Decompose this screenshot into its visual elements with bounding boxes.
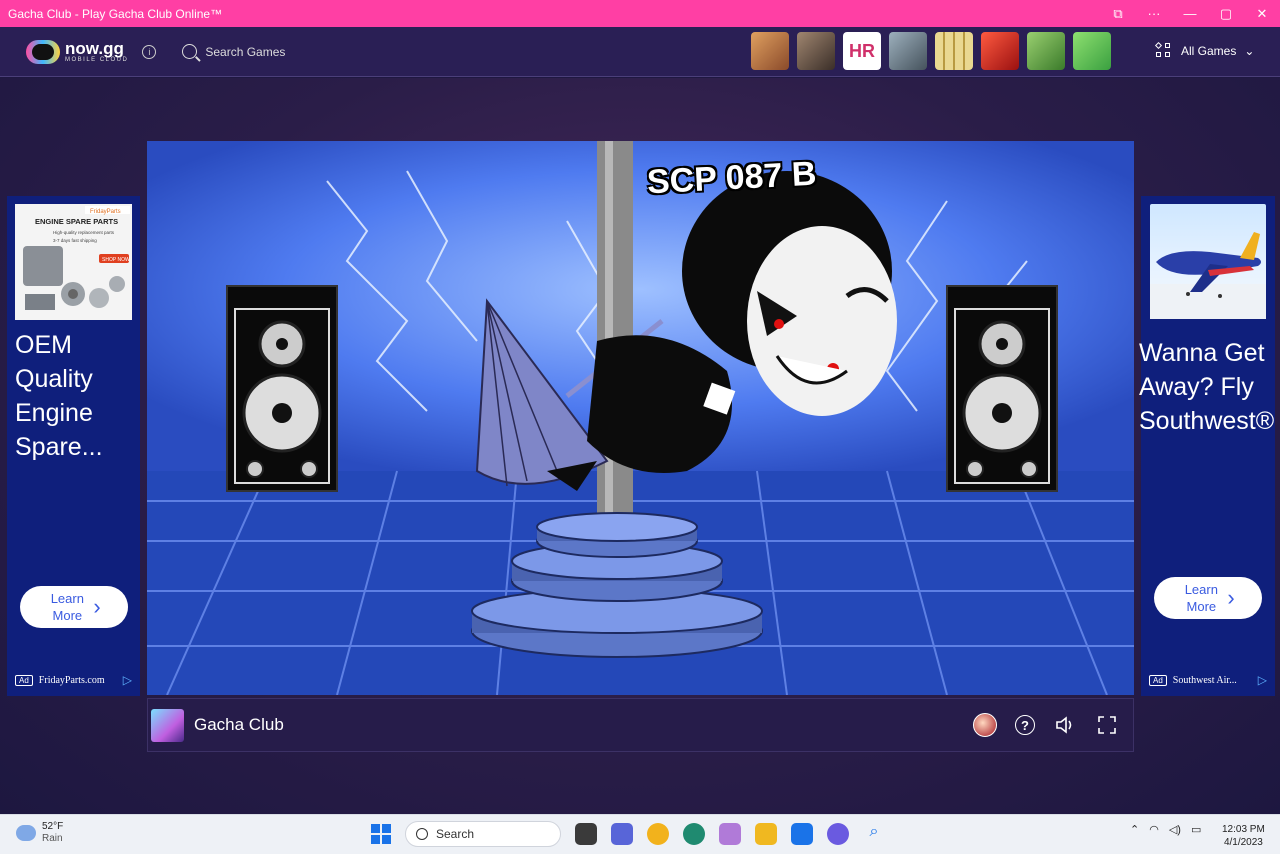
chevron-right-icon: › [93,594,101,619]
volume-icon[interactable] [1053,713,1077,737]
game-thumb[interactable] [751,32,789,70]
adchoices-icon[interactable]: ▷ [123,673,132,688]
info-icon[interactable]: i [142,44,157,59]
ad-image-engine-parts[interactable]: FridayParts ENGINE SPARE PARTS High-qual… [15,204,132,320]
ad-right[interactable]: Wanna Get Away? Fly Southwest® Learn Mor… [1139,196,1275,696]
learn-more-label: Learn More [50,591,84,623]
teams-chat-icon[interactable] [611,823,633,845]
chevron-right-icon: › [1227,585,1235,610]
system-tray: ⌃ ◠ ◁) ▭ [1130,823,1201,836]
search-games[interactable]: Search Games [182,44,285,59]
gacha-club-app-icon[interactable] [719,823,741,845]
user-avatar[interactable] [973,713,997,737]
close-button[interactable]: ✕ [1244,0,1280,27]
window-titlebar: Gacha Club - Play Gacha Club Online™ ⧉ ·… [0,0,1280,27]
browser-app-icon[interactable] [647,823,669,845]
game-thumb[interactable] [935,32,973,70]
game-thumb[interactable] [797,32,835,70]
fullscreen-icon[interactable] [1095,713,1119,737]
ad-left[interactable]: FridayParts ENGINE SPARE PARTS High-qual… [7,196,140,696]
ad-image-button: SHOP NOW [102,257,130,263]
system-clock[interactable]: 12:03 PM 4/1/2023 [1222,823,1265,849]
weather-condition: Rain [42,833,63,844]
speaker-icon[interactable]: ◁) [1169,823,1181,836]
cast-icon[interactable]: ⧉ [1100,0,1136,27]
ad-footer: Ad Southwest Air... ▷ [1149,673,1267,688]
game-title: Gacha Club [194,715,284,734]
game-thumb[interactable] [1027,32,1065,70]
ad-headline[interactable]: Wanna Get Away? Fly Southwest® [1139,336,1279,438]
help-icon[interactable]: ? [1015,715,1035,735]
categories-icon [1154,41,1171,58]
edge-icon[interactable] [683,823,705,845]
windows-start-icon[interactable] [371,824,391,844]
ad-badge: Ad [1149,675,1167,686]
ad-image-airplane[interactable] [1150,204,1266,319]
learn-more-button[interactable]: Learn More › [1154,577,1262,619]
maximize-button[interactable]: ▢ [1208,0,1244,27]
mail-icon[interactable] [791,823,813,845]
game-thumb[interactable]: HR [843,32,881,70]
ad-image-brand: FridayParts [90,209,121,215]
weather-widget[interactable]: 52°F Rain [16,821,63,845]
battery-icon[interactable]: ▭ [1191,823,1201,836]
ad-footer: Ad FridayParts.com ▷ [15,673,132,688]
temperature: 52°F [42,821,64,832]
game-thumb[interactable] [981,32,1019,70]
rain-cloud-icon [16,825,36,841]
window-title: Gacha Club - Play Gacha Club Online™ [8,6,223,21]
ad-image-subtitle: High-quality replacement parts [53,230,115,235]
taskbar-search[interactable]: Search [405,821,561,847]
site-header: now.gg MOBILE CLOUD i Search Games HR Al… [0,27,1280,77]
ad-advertiser[interactable]: FridayParts.com [39,675,105,686]
game-thumb[interactable] [889,32,927,70]
ad-image-subtitle-2: 3-7 days fast shipping [53,238,97,243]
ad-image-title: ENGINE SPARE PARTS [35,217,118,226]
ad-advertiser[interactable]: Southwest Air... [1173,675,1237,686]
featured-games: HR [751,32,1111,70]
clock-date: 4/1/2023 [1223,837,1263,848]
minimize-button[interactable]: — [1172,0,1208,27]
chevron-down-icon: ⌄ [1244,43,1255,58]
logo-text: now.gg [65,38,124,58]
search-icon [416,828,428,840]
file-explorer-icon[interactable] [755,823,777,845]
learn-more-button[interactable]: Learn More › [20,586,128,628]
chevron-up-icon[interactable]: ⌃ [1130,823,1139,836]
logo-subtext: MOBILE CLOUD [65,56,129,63]
game-toolbar: Gacha Club ? [147,698,1134,752]
more-options-icon[interactable]: ··· [1136,0,1172,27]
game-thumb[interactable] [1073,32,1111,70]
search-label: Search Games [205,44,286,59]
game-icon [151,708,184,742]
all-games-menu[interactable]: All Games ⌄ [1154,41,1255,58]
adchoices-icon[interactable]: ▷ [1258,673,1267,688]
ad-headline[interactable]: OEM Quality Engine Spare... [15,328,135,464]
ad-badge: Ad [15,675,33,686]
all-games-label: All Games [1181,43,1237,58]
wifi-icon[interactable]: ◠ [1149,823,1159,836]
windows-taskbar: 52°F Rain Search ⌕ ⌃ ◠ ◁) ▭ 12:03 PM 4/1… [0,814,1280,854]
nowgg-logo[interactable]: now.gg MOBILE CLOUD [26,38,129,64]
search-app-icon[interactable]: ⌕ [863,823,885,845]
game-scene [147,141,1134,695]
copilot-icon[interactable] [827,823,849,845]
taskbar-search-label: Search [436,827,475,841]
game-canvas[interactable]: SCP 087 B [147,141,1134,695]
learn-more-label: Learn More [1184,582,1218,614]
search-icon [182,44,198,59]
task-view-icon[interactable] [575,823,597,845]
clock-time: 12:03 PM [1222,824,1265,835]
nowgg-logo-icon [26,39,60,64]
